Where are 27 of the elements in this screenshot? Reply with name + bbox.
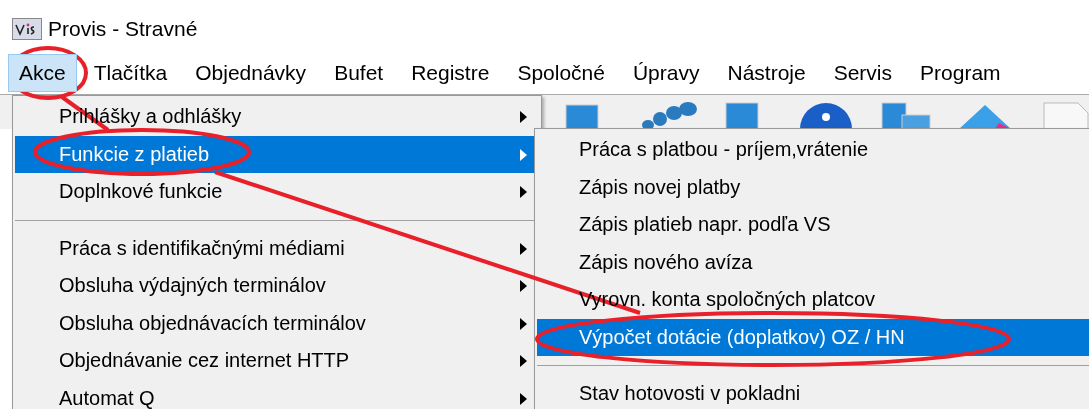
menu-item[interactable]: Zápis novej platby <box>537 168 1089 206</box>
menu-bar-item[interactable]: Bufet <box>323 54 395 92</box>
menu-bar-item[interactable]: Nástroje <box>716 54 817 92</box>
menu-bar-item[interactable]: Program <box>909 54 1012 92</box>
menu-item[interactable]: Stav hotovosti v pokladni <box>537 375 1089 409</box>
menu-item[interactable]: Obsluha objednávacích terminálov <box>15 304 539 342</box>
window-title: Provis - Stravné <box>48 17 198 41</box>
menu-bar-item[interactable]: Servis <box>822 54 904 92</box>
menu-item[interactable]: Práca s platbou - príjem,vrátenie <box>537 131 1089 169</box>
menu-item[interactable]: Zápis nového avíza <box>537 243 1089 281</box>
app-icon <box>12 18 42 40</box>
menu-bar-item[interactable]: Úpravy <box>621 54 711 92</box>
windows-icon[interactable] <box>878 101 934 129</box>
document-icon[interactable] <box>1040 101 1089 129</box>
info-icon[interactable] <box>798 101 854 129</box>
menu-item[interactable]: Obsluha výdajných terminálov <box>15 267 539 305</box>
menu-bar-item[interactable]: Tlačítka <box>82 54 179 92</box>
menu-item[interactable]: Práca s identifikačnými médiami <box>15 229 539 267</box>
menu-bar-item[interactable]: Akce <box>8 54 77 92</box>
menu-item[interactable]: Automat Q <box>15 379 539 409</box>
menu-bar-item[interactable]: Objednávky <box>184 54 318 92</box>
menu-item[interactable]: Objednávanie cez internet HTTP <box>15 342 539 380</box>
menu-bar-item[interactable]: Registre <box>400 54 501 92</box>
menu-bar-item[interactable]: Spoločné <box>506 54 616 92</box>
menu-item[interactable]: Výpočet dotácie (doplatkov) OZ / HN <box>537 318 1089 356</box>
menu-item[interactable]: Doplnkové funkcie <box>15 173 539 211</box>
menu-item[interactable]: Zápis platieb napr. podľa VS <box>537 206 1089 244</box>
